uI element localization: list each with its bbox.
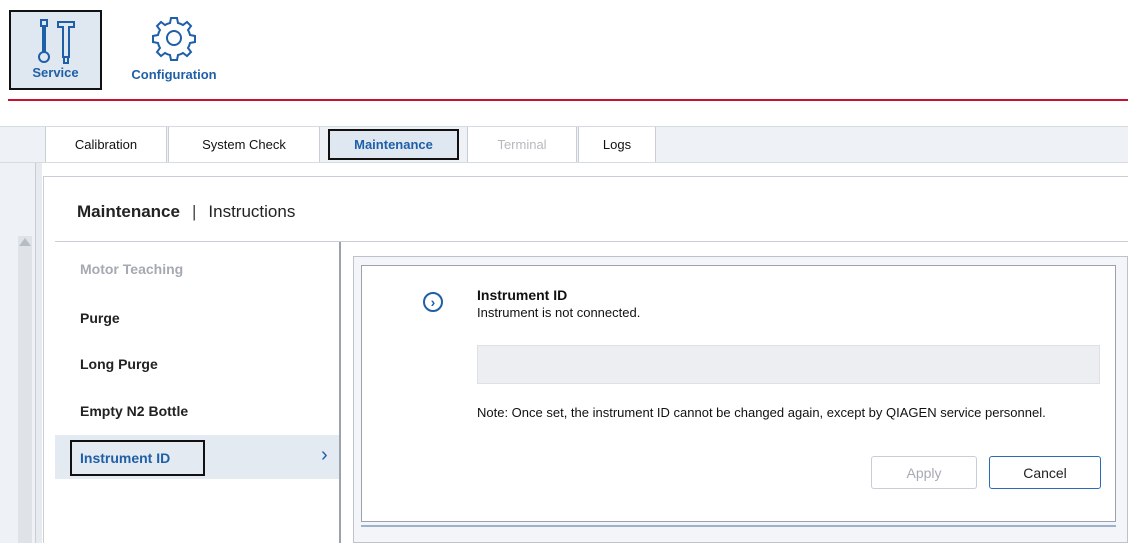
tab-terminal: Terminal <box>467 127 577 162</box>
subsection-title: Instructions <box>208 202 296 221</box>
connection-status: Instrument is not connected. <box>477 305 641 320</box>
tools-icon <box>37 19 75 64</box>
apply-button[interactable]: Apply <box>871 456 977 489</box>
tab-calibration[interactable]: Calibration <box>45 127 167 162</box>
menu-item-long-purge[interactable]: Long Purge <box>80 356 158 372</box>
title-separator: | <box>191 202 197 221</box>
menu-item-empty-n2-bottle[interactable]: Empty N2 Bottle <box>80 403 188 419</box>
section-title: Maintenance <box>77 202 180 221</box>
tab-system-check[interactable]: System Check <box>168 127 320 162</box>
scrollbar[interactable] <box>18 236 32 543</box>
brand-divider <box>8 99 1128 101</box>
chevron-circle-icon: › <box>423 292 443 312</box>
tab-maintenance[interactable]: Maintenance <box>328 129 459 160</box>
scroll-up-arrow-icon[interactable] <box>19 238 31 246</box>
menu-item-purge[interactable]: Purge <box>80 310 120 326</box>
menu-item-instrument-id[interactable]: Instrument ID <box>70 440 205 476</box>
instrument-id-input[interactable] <box>477 345 1100 384</box>
header-divider <box>55 241 1128 242</box>
chevron-right-icon: › <box>321 444 328 466</box>
gear-icon <box>152 17 196 61</box>
configuration-button[interactable]: Configuration <box>114 10 234 90</box>
menu-divider <box>339 242 341 543</box>
tab-logs[interactable]: Logs <box>578 127 656 162</box>
service-button[interactable]: Service <box>9 10 102 90</box>
note-text: Note: Once set, the instrument ID cannot… <box>477 405 1046 420</box>
panel-gutter <box>36 163 42 543</box>
page-title: Maintenance | Instructions <box>77 202 295 222</box>
cancel-button[interactable]: Cancel <box>989 456 1101 489</box>
configuration-label: Configuration <box>131 67 217 82</box>
service-label: Service <box>32 65 79 80</box>
menu-item-motor-teaching: Motor Teaching <box>80 261 184 277</box>
card-bottom-border <box>361 525 1116 527</box>
dialog-title: Instrument ID <box>477 287 568 303</box>
